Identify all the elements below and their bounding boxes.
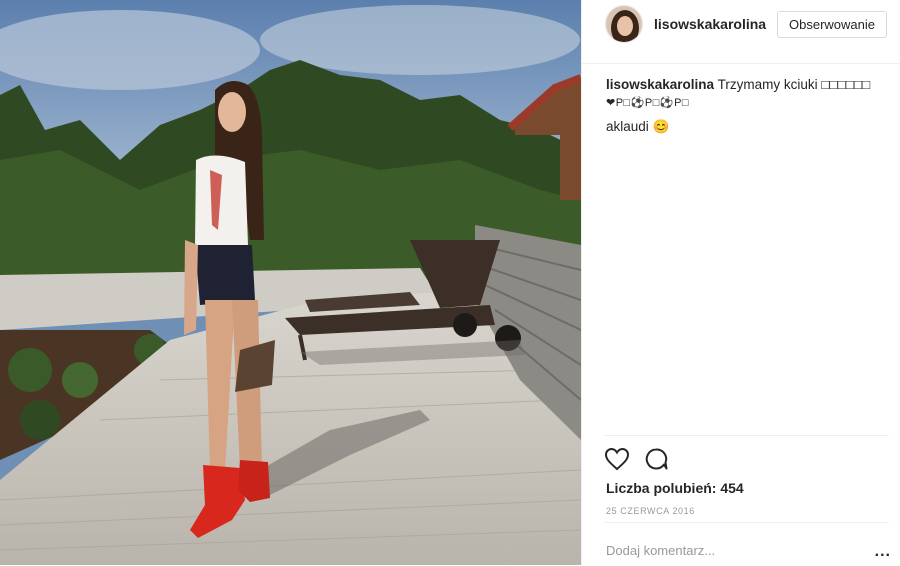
comment-input[interactable]: Dodaj komentarz...: [606, 543, 715, 558]
avatar-image: [606, 6, 642, 42]
photo-scene: [0, 0, 581, 565]
caption-emoji-line: ❤P□⚽P□⚽P□: [606, 97, 690, 109]
post-photo[interactable]: [0, 0, 581, 565]
post-header: lisowskakarolina Obserwowanie: [582, 0, 900, 64]
caption-username[interactable]: lisowskakarolina: [606, 77, 714, 92]
comments-section: lisowskakarolina Trzymamy kciuki □□□□□□ …: [606, 76, 891, 136]
comment-icon[interactable]: [644, 447, 670, 476]
more-icon[interactable]: ...: [875, 543, 891, 561]
avatar[interactable]: [605, 5, 643, 43]
following-button[interactable]: Obserwowanie: [777, 11, 887, 38]
likes-count[interactable]: Liczba polubień: 454: [606, 480, 744, 496]
instagram-post: lisowskakarolina Obserwowanie lisowskaka…: [0, 0, 900, 565]
caption-text: Trzymamy kciuki □□□□□□: [717, 77, 871, 92]
add-comment-area: Dodaj komentarz... ...: [604, 522, 891, 566]
username-link[interactable]: lisowskakarolina: [654, 16, 766, 32]
heart-icon[interactable]: [604, 447, 630, 476]
caption: lisowskakarolina Trzymamy kciuki □□□□□□: [606, 76, 891, 94]
post-actions: Liczba polubień: 454 25 CZERWCA 2016: [604, 435, 889, 522]
post-date[interactable]: 25 CZERWCA 2016: [606, 506, 695, 516]
comment-item: aklaudi 😊: [606, 119, 670, 134]
post-sidebar: lisowskakarolina Obserwowanie lisowskaka…: [581, 0, 900, 565]
